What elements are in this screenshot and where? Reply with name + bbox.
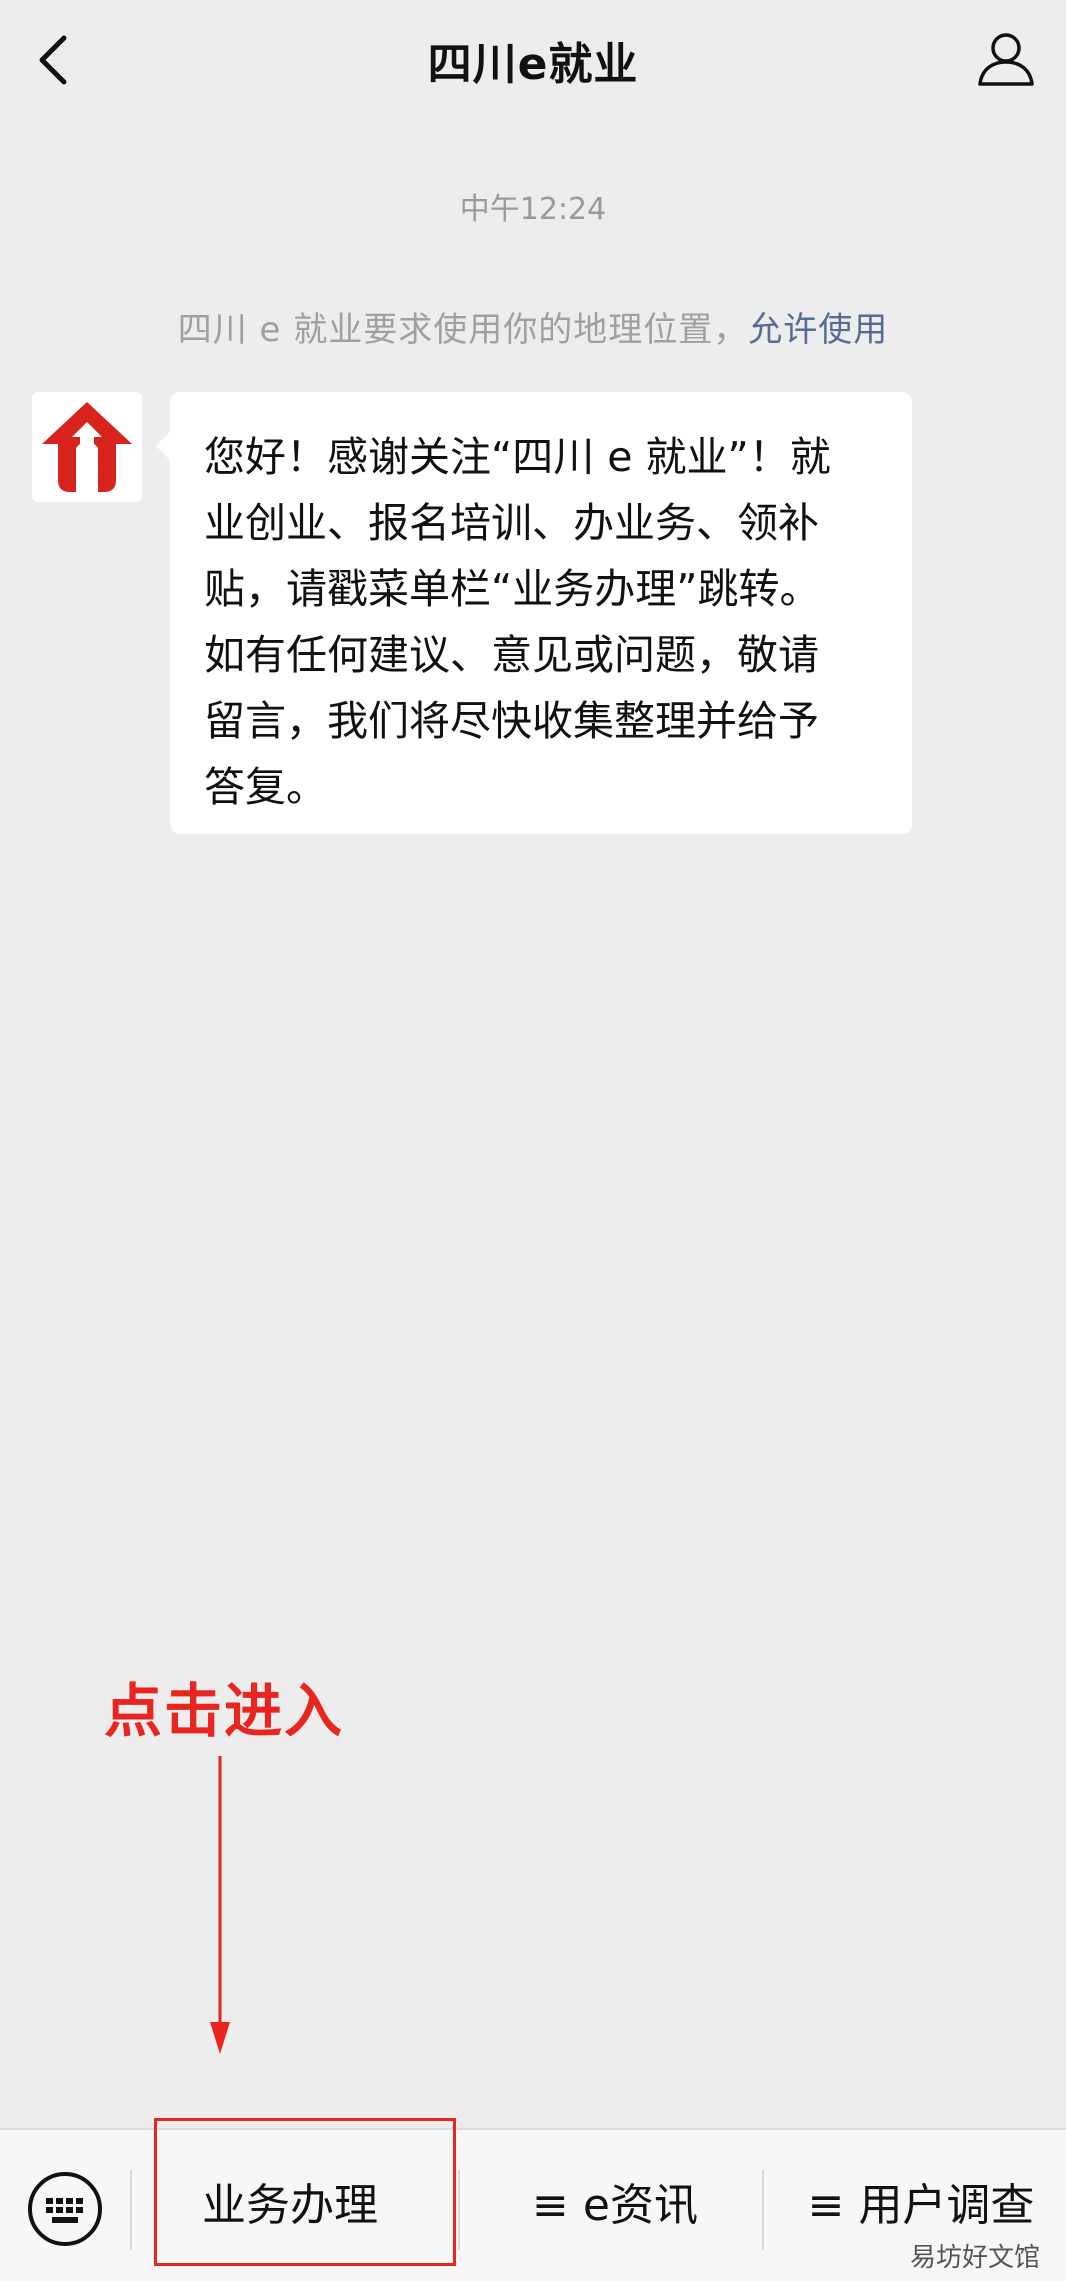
message-bubble: 您好！感谢关注“四川 e 就业”！就 业创业、报名培训、办业务、领补 贴，请戳菜… bbox=[156, 392, 912, 834]
message-timestamp: 中午12:24 bbox=[459, 192, 607, 227]
menu-item-user-survey[interactable]: ≡ 用户调查 bbox=[776, 2166, 1066, 2246]
menu-separator bbox=[458, 2170, 460, 2250]
annotation-arrow bbox=[210, 1756, 230, 2054]
menu-list-icon: ≡ bbox=[807, 2180, 845, 2231]
annotation-text: 点击进入 bbox=[104, 1677, 345, 1745]
location-notice-text: 四川 e 就业要求使用你的地理位置， bbox=[177, 310, 749, 350]
menu-item-label: e资讯 bbox=[582, 2180, 698, 2231]
official-account-avatar[interactable] bbox=[32, 392, 142, 502]
keyboard-icon[interactable] bbox=[26, 2170, 104, 2248]
person-icon[interactable] bbox=[976, 28, 1036, 88]
page-title: 四川e就业 bbox=[427, 39, 639, 90]
menu-separator bbox=[130, 2170, 132, 2250]
annotation-highlight-box bbox=[154, 2118, 456, 2266]
sichuan-e-jiuye-logo-icon bbox=[42, 402, 132, 492]
allow-location-link[interactable]: 允许使用 bbox=[748, 310, 888, 350]
top-bar: 四川e就业 bbox=[0, 0, 1066, 120]
menu-separator bbox=[762, 2170, 764, 2250]
menu-list-icon: ≡ bbox=[532, 2180, 569, 2231]
menu-item-e-news[interactable]: ≡ e资讯 bbox=[470, 2166, 760, 2246]
message-line: 业创业、报名培训、办业务、领补 bbox=[204, 499, 819, 547]
watermark: 易坊好文馆 bbox=[909, 2243, 1040, 2273]
message-line: 您好！感谢关注“四川 e 就业”！就 bbox=[204, 433, 831, 481]
message-line: 答复。 bbox=[204, 763, 327, 811]
message-line: 贴，请戳菜单栏“业务办理”跳转。 bbox=[204, 565, 821, 613]
location-permission-notice: 四川 e 就业要求使用你的地理位置，允许使用 bbox=[0, 302, 1066, 351]
menu-item-label: 用户调查 bbox=[858, 2180, 1035, 2231]
message-line: 如有任何建议、意见或问题，敬请 bbox=[204, 631, 819, 679]
message-line: 留言，我们将尽快收集整理并给予 bbox=[204, 697, 819, 745]
